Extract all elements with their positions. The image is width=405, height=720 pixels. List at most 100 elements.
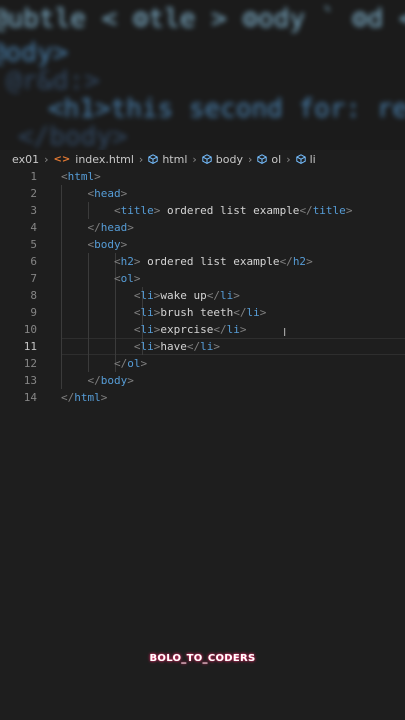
code-content: <li>exprcise</li> [61, 321, 247, 338]
bracket: > [233, 289, 240, 302]
html-file-icon: <> [53, 153, 71, 165]
breadcrumb-item-li[interactable]: li [295, 152, 316, 166]
code-content: <html> [61, 168, 101, 185]
tag-name: html [74, 391, 101, 404]
code-content: </html> [61, 389, 107, 406]
code-line[interactable]: 13 </body> [0, 372, 405, 389]
tag-name: h2 [120, 255, 134, 268]
chevron-right-icon: › [248, 152, 253, 166]
blur-line-3: @r&d:> [6, 66, 100, 96]
breadcrumb-item-label: body [215, 152, 244, 166]
symbol-element-icon [257, 154, 268, 164]
bracket: > [127, 374, 134, 387]
code-content: <li>have</li> [61, 338, 220, 355]
line-number: 11 [23, 340, 37, 353]
breadcrumb-item-html[interactable]: html [148, 153, 187, 166]
code-line[interactable]: 9 <li>brush teeth</li> [0, 304, 405, 321]
tag-name: html [67, 170, 95, 183]
breadcrumb-item-body[interactable]: body [202, 153, 243, 166]
code-content: </ol> [61, 355, 147, 372]
bracket: > [345, 204, 353, 217]
code-content: <body> [61, 236, 128, 253]
code-line[interactable]: 14 </html> [0, 389, 405, 406]
tag-name: body [94, 238, 121, 251]
tag-name: ol [127, 357, 141, 370]
bracket: > [259, 306, 267, 319]
tag-name: head [100, 221, 128, 234]
code-content: <li>brush teeth</li> [61, 304, 266, 321]
code-line[interactable]: 5 <body> [0, 236, 405, 253]
code-content: </head> [61, 219, 134, 236]
blurred-code-background: @ubtle < ⚙tle > ⚙ody ` ⚙d < ⚙ > @ody> @r… [0, 0, 405, 150]
bracket: > [127, 221, 134, 234]
code-content: <head> [61, 185, 128, 202]
code-line[interactable]: 4 </head> [0, 219, 405, 236]
blur-line-2: @ody> [0, 38, 69, 68]
bracket: < [113, 255, 121, 268]
bracket: </ [233, 306, 247, 319]
tag-name: li [140, 289, 154, 302]
bracket: > [94, 170, 101, 183]
breadcrumb-folder[interactable]: ex01 [12, 153, 39, 166]
bracket: </ [113, 357, 128, 370]
bracket: > [120, 187, 128, 200]
bracket: > [213, 340, 220, 353]
code-editor[interactable]: 1 <html> 2 <head> 3 <title> ordered list ex… [0, 168, 405, 413]
code-content: <ol> [61, 270, 141, 287]
tag-name: body [100, 374, 128, 387]
blur-line-1: @ubtle < ⚙tle > ⚙ody ` ⚙d < ⚙ > [0, 4, 405, 34]
chevron-right-icon: › [44, 152, 49, 166]
code-line[interactable]: 1 <html> [0, 168, 405, 185]
tag-name: li [140, 306, 154, 319]
bracket: > [100, 391, 108, 404]
breadcrumb-file[interactable]: <> index.html [54, 153, 134, 166]
symbol-element-icon [148, 154, 159, 164]
text-content: brush teeth [160, 306, 234, 319]
line-number: 5 [30, 238, 37, 251]
chevron-right-icon: › [138, 152, 144, 166]
code-line[interactable]: 6 <h2> ordered list example</h2> [0, 253, 405, 270]
blur-line-4: <h1>this second for: ready </h1> [48, 94, 405, 124]
text-content: have [160, 340, 187, 353]
code-content: <h2> ordered list example</h2> [61, 253, 313, 270]
code-line[interactable]: 12 </ol> [0, 355, 405, 372]
text-cursor-icon: I [283, 326, 287, 339]
tag-name: ol [120, 272, 134, 285]
bracket: < [61, 170, 68, 183]
line-number: 10 [23, 323, 37, 336]
breadcrumb-item-label: li [309, 152, 316, 166]
code-line[interactable]: 8 <li>wake up</li> [0, 287, 405, 304]
breadcrumb-item-ol[interactable]: ol [257, 153, 281, 166]
bracket: </ [206, 289, 220, 302]
tag-name: h2 [292, 255, 307, 268]
bracket: </ [299, 204, 313, 217]
text-content: exprcise [160, 323, 214, 336]
line-number: 8 [30, 289, 37, 302]
tag-name: title [312, 204, 346, 217]
code-content: <title> ordered list example</title> [61, 202, 352, 219]
bracket: </ [279, 255, 293, 268]
tag-name: li [140, 340, 154, 353]
tag-name: li [246, 306, 260, 319]
code-line[interactable]: 2 <head> [0, 185, 405, 202]
chevron-right-icon: › [286, 152, 291, 166]
breadcrumb-file-label: index.html [75, 152, 134, 166]
line-number: 13 [23, 374, 37, 387]
symbol-element-icon [202, 154, 212, 164]
watermark: BOLO_TO_CODERS [149, 653, 256, 664]
code-line[interactable]: 10 <li>exprcise</li> [0, 321, 405, 338]
blur-line-5: </body> [18, 122, 128, 150]
line-number: 4 [30, 221, 37, 234]
line-number: 9 [30, 306, 37, 319]
code-line[interactable]: 7 <ol> [0, 270, 405, 287]
code-line[interactable]: 3 <title> ordered list example</title> [0, 202, 405, 219]
bracket: </ [87, 374, 101, 387]
code-line[interactable]: 11 <li>have</li> [0, 338, 405, 355]
tag-name: li [200, 340, 214, 353]
code-content: <li>wake up</li> [61, 287, 240, 304]
